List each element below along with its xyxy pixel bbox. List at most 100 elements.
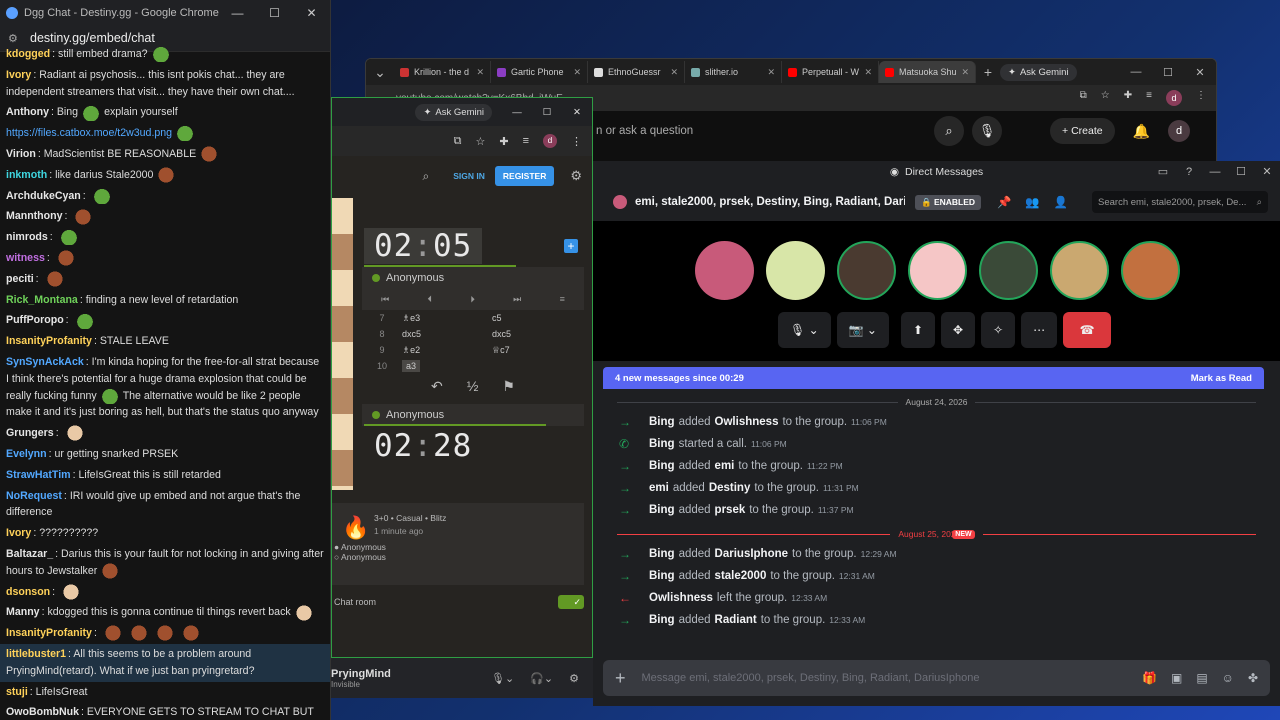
chat-message[interactable]: Evelynn: ur getting snarked PRSEK [6,444,324,465]
ask-gemini-button[interactable]: ✦ Ask Gemini [415,103,492,121]
browser-tab[interactable]: Perpetuall - W ✕ [782,61,879,83]
chat-message[interactable]: inkmoth: like darius Stale2000 [6,165,324,186]
chat-message[interactable]: OwoBombNuk: EVERYONE GETS TO STREAM TO C… [6,702,324,720]
black-move[interactable]: c5 [492,313,582,323]
group-name[interactable]: emi, stale2000, prsek, Destiny, Bing, Ra… [635,196,905,208]
apps-icon[interactable]: ✤ [1248,671,1258,685]
chat-username[interactable]: SynSynAckAck [6,356,84,368]
chat-username[interactable]: StrawHatTim [6,469,71,481]
event-user[interactable]: Bing [649,614,675,626]
notifications-icon[interactable]: 🔔 [1133,123,1150,140]
minimize-button[interactable]: — [1120,66,1152,79]
site-info-icon[interactable]: ⚙ [8,32,22,45]
profile-avatar[interactable]: d [543,134,557,148]
create-button[interactable]: + Create [1050,118,1115,144]
extensions-icon[interactable]: ✚ [499,135,508,148]
mute-button[interactable]: 🎙 ⌄ [778,312,831,348]
chat-username[interactable]: PuffPoropo [6,314,64,326]
event-user[interactable]: Bing [649,416,675,428]
next-move-icon[interactable]: ⏵ [470,294,475,305]
maximize-button[interactable]: ☐ [1152,66,1184,79]
participant-avatar[interactable] [979,241,1038,300]
participant-avatar[interactable] [908,241,967,300]
chat-message[interactable]: Manny: kdogged this is gonna continue ti… [6,602,324,623]
bookmark-star-icon[interactable]: ☆ [1101,90,1110,106]
event-target-user[interactable]: Radiant [715,614,757,626]
chat-username[interactable]: NoRequest [6,490,62,502]
last-move-icon[interactable]: ⏭ [513,294,521,305]
chat-message[interactable]: Ivory: ?????????? [6,523,324,544]
add-friends-icon[interactable]: 👥 [1025,195,1039,209]
event-user[interactable]: Bing [649,438,675,450]
message-composer[interactable]: + Message emi, stale2000, prsek, Destiny… [603,660,1270,696]
minimize-button[interactable]: — [502,107,532,118]
gif-icon[interactable]: ▣ [1171,671,1182,685]
event-user[interactable]: Bing [649,460,675,472]
event-user[interactable]: Owlishness [649,592,713,604]
extensions-icon[interactable]: ✚ [1124,90,1132,106]
chat-message[interactable]: witness: [6,248,324,269]
media-icon[interactable]: ≡ [523,135,529,147]
event-target-user[interactable]: emi [715,460,735,472]
bookmark-star-icon[interactable]: ☆ [475,135,485,148]
chat-message[interactable]: SynSynAckAck: I'm kinda hoping for the f… [6,352,324,423]
search-icon[interactable]: ⌕ [423,169,430,184]
chat-username[interactable]: InsanityProfanity [6,335,92,347]
chat-message[interactable]: Mannthony: [6,206,324,227]
chat-message[interactable]: Baltazar_: Darius this is your fault for… [6,544,324,582]
chat-message[interactable]: stuji: LifeIsGreat [6,682,324,703]
account-avatar[interactable]: d [1168,120,1191,142]
close-tab-icon[interactable]: ✕ [767,67,775,78]
pinned-icon[interactable]: 📌 [997,195,1011,209]
sticker-icon[interactable]: ▤ [1196,671,1207,685]
close-button[interactable]: ✕ [293,6,330,20]
event-target-user[interactable]: prsek [715,504,746,516]
share-screen-button[interactable]: ⬆ [900,312,936,348]
participant-avatar[interactable] [766,241,825,300]
new-messages-bar[interactable]: 4 new messages since 00:29 Mark as Read [603,367,1264,389]
chat-message[interactable]: StrawHatTim: LifeIsGreat this is still r… [6,465,324,486]
close-tab-icon[interactable]: ✕ [961,67,969,78]
chat-username[interactable]: ArchdukeCyan [6,190,81,202]
gift-icon[interactable]: 🎁 [1142,671,1157,685]
mark-as-read-button[interactable]: Mark as Read [1191,373,1252,384]
youtube-search-input[interactable]: n or ask a question [596,125,926,137]
headphones-icon[interactable]: 🎧⌄ [530,672,553,685]
chat-message[interactable]: PuffPoropo: [6,310,324,331]
prev-move-icon[interactable]: ⏴ [428,294,433,305]
event-target-user[interactable]: Owlishness [715,416,779,428]
chat-link[interactable]: https://files.catbox.moe/t2w3ud.png [6,127,172,139]
move-list[interactable]: ⏮ ⏴ ⏵ ⏭ ≡ 7 ♗e3 c5 8 dxc5 dxc5 9 ♗e2 ♕c7 10 a3 [362,288,584,378]
chat-username[interactable]: Grungers [6,427,54,439]
menu-icon[interactable]: ⋮ [571,135,582,148]
resign-flag-icon[interactable]: ⚑ [502,378,515,395]
disconnect-button[interactable]: ☎ [1063,312,1112,348]
offer-draw-button[interactable]: ½ [467,378,479,395]
event-target-user[interactable]: stale2000 [715,570,767,582]
maximize-button[interactable]: ☐ [256,6,293,20]
move-row[interactable]: 8 dxc5 dxc5 [362,326,584,342]
browser-tab[interactable]: Gartic Phone ✕ [491,61,588,83]
chat-message[interactable]: littlebuster1: All this seems to be a pr… [0,643,330,682]
browser-tab[interactable]: Matsuoka Shu ✕ [879,61,976,83]
chat-username[interactable]: Anthony [6,106,49,118]
encryption-badge[interactable]: 🔒 ENABLED [915,194,982,210]
settings-gear-icon[interactable]: ⚙ [569,672,579,685]
chat-message[interactable]: Virion: MadScientist BE REASONABLE [6,144,324,165]
camera-button[interactable]: 📷 ⌄ [836,312,889,348]
close-tab-icon[interactable]: ✕ [670,67,678,78]
move-row[interactable]: 10 a3 [362,358,584,374]
bottom-player[interactable]: Anonymous [362,404,584,426]
chat-message[interactable]: Anthony: Bing explain yourself [6,102,324,123]
microphone-icon[interactable]: 🎙 [972,116,1002,146]
event-user[interactable]: emi [649,482,669,494]
close-tab-icon[interactable]: ✕ [476,67,484,78]
chat-username[interactable]: stuji [6,686,28,698]
top-player[interactable]: Anonymous [362,267,584,289]
chat-username[interactable]: dsonson [6,586,50,598]
chat-message[interactable]: Rick_Montana: finding a new level of ret… [6,290,324,311]
close-tab-icon[interactable]: ✕ [573,67,581,78]
close-button[interactable]: ✕ [562,107,592,118]
chat-username[interactable]: Rick_Montana [6,294,78,306]
maximize-button[interactable]: ☐ [1228,161,1254,183]
